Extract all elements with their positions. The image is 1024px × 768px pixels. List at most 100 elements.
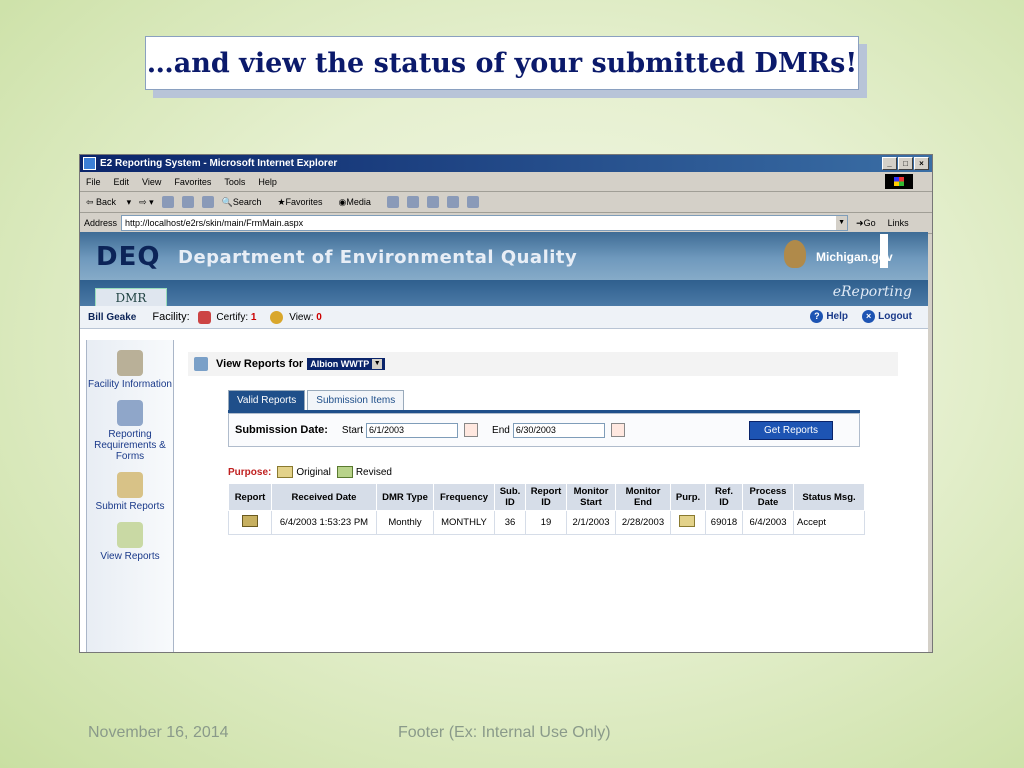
window-title: E2 Reporting System - Microsoft Internet… [100,158,338,169]
original-purpose-icon [678,515,695,527]
deq-header: DEQ Department of Environmental Quality … [80,232,928,280]
browser-window: E2 Reporting System - Microsoft Internet… [79,154,933,653]
web-page: DEQ Department of Environmental Quality … [80,232,928,652]
menu-favorites[interactable]: Favorites [174,177,211,187]
home-icon[interactable] [201,196,214,208]
menu-edit[interactable]: Edit [114,177,130,187]
submit-reports-icon [117,472,143,498]
report-icon[interactable] [242,515,258,527]
submission-date-label: Submission Date: [235,424,328,436]
report-cell[interactable] [228,510,272,535]
ref-id-cell: 69018 [705,510,743,535]
purpose-original: Original [296,466,331,478]
facility-select[interactable]: Albion WWTP ▼ [307,358,386,370]
facility-label: Facility: [152,311,190,323]
logout-icon: × [862,310,876,323]
original-icon [277,466,294,478]
purpose-cell [670,510,706,535]
print-icon[interactable] [426,196,439,208]
favorites-button[interactable]: ★Favorites [277,197,330,208]
sub-id-cell: 36 [494,510,526,535]
menu-view[interactable]: View [142,177,161,187]
frequency-cell: MONTHLY [433,510,495,535]
col-dmr-type: DMR Type [376,483,434,511]
view-count: 0 [316,311,322,323]
browser-toolbar: ⇦ Back ▾ ⇨ ▾ 🔍Search ★Favorites ◉Media [80,192,932,213]
revised-icon [336,466,353,478]
view-reports-label: View Reports for [216,358,304,370]
table-header-row: Report Received Date DMR Type Frequency … [228,483,865,511]
nav-reporting-requirements[interactable]: Reporting Requirements & Forms [87,400,173,462]
nav-submit-reports[interactable]: Submit Reports [87,472,173,512]
col-report: Report [228,483,272,511]
menu-tools[interactable]: Tools [224,177,245,187]
window-titlebar: E2 Reporting System - Microsoft Internet… [80,155,932,172]
reporting-requirements-icon [117,400,143,426]
menu-help[interactable]: Help [258,177,277,187]
maximize-button[interactable]: □ [898,157,913,170]
address-label: Address [84,218,118,228]
certify-count: 1 [250,311,257,323]
address-dropdown-icon[interactable]: ▼ [836,216,848,230]
address-input[interactable]: http://localhost/e2rs/skin/main/FrmMain.… [121,215,849,231]
ereporting-logo: eReporting [832,284,912,300]
close-button[interactable]: × [914,157,929,170]
dmr-type-cell: Monthly [376,510,434,535]
tab-valid-reports[interactable]: Valid Reports [228,390,306,410]
start-date-input[interactable]: 6/1/2003 [366,422,459,438]
reports-table: Report Received Date DMR Type Frequency … [228,483,865,535]
start-calendar-icon[interactable] [464,423,479,437]
view-link[interactable]: View: 0 [270,310,335,324]
minimize-button[interactable]: _ [882,157,897,170]
windows-logo-icon [885,174,913,189]
history-icon[interactable] [386,196,399,208]
forward-button[interactable]: ⇨ ▾ [139,197,154,208]
media-button[interactable]: ◉Media [339,197,379,208]
col-received-date: Received Date [271,483,377,511]
col-ref-id: Ref. ID [705,483,743,511]
facility-icon [117,350,143,376]
footer-date: November 16, 2014 [88,724,229,741]
view-reports-bar: View Reports for Albion WWTP ▼ [188,352,898,376]
go-button[interactable]: ➜Go [856,218,876,229]
chevron-down-icon: ▼ [372,359,383,369]
menu-bar: File Edit View Favorites Tools Help [80,172,932,192]
nav-facility-information[interactable]: Facility Information [87,350,173,390]
view-reports-header-icon [194,357,208,371]
mail-icon[interactable] [406,196,419,208]
user-name: Bill Geake [88,311,137,323]
deq-logo[interactable]: DEQ [96,242,160,272]
menu-file[interactable]: File [86,177,101,187]
certify-icon [197,310,211,324]
purpose-revised: Revised [355,466,392,478]
search-button[interactable]: 🔍Search [222,197,270,208]
purpose-legend: Purpose: Original Revised [228,466,392,478]
table-row: 6/4/2003 1:53:23 PM Monthly MONTHLY 36 1… [228,510,865,535]
purpose-label: Purpose: [228,466,272,478]
back-button[interactable]: ⇦ Back ▾ [86,197,131,208]
start-label: Start [341,424,364,436]
tab-submission-items[interactable]: Submission Items [307,390,405,410]
end-date-input[interactable]: 6/30/2003 [512,422,605,438]
links-button[interactable]: Links [888,218,909,228]
monitor-end-cell: 2/28/2003 [615,510,671,535]
get-reports-button[interactable]: Get Reports [749,420,833,440]
main-content: View Reports for Albion WWTP ▼ Valid Rep… [188,352,898,535]
refresh-icon[interactable] [181,196,194,208]
edit-icon[interactable] [446,196,459,208]
stop-icon[interactable] [161,196,174,208]
monitor-start-cell: 2/1/2003 [566,510,616,535]
discuss-icon[interactable] [466,196,479,208]
view-icon [270,310,284,324]
help-icon: ? [810,310,824,323]
ie-icon [83,157,96,170]
certify-link[interactable]: Certify: 1 [197,310,271,324]
tab-dmr[interactable]: DMR [95,288,167,308]
submission-date-panel: Submission Date: Start 6/1/2003 End 6/30… [228,413,860,447]
logout-link[interactable]: × Logout [862,310,912,323]
michigan-seal-icon [784,240,806,268]
col-purpose: Purp. [670,483,706,511]
nav-view-reports[interactable]: View Reports [87,522,173,562]
end-calendar-icon[interactable] [610,423,625,437]
help-link[interactable]: ? Help [810,310,848,323]
